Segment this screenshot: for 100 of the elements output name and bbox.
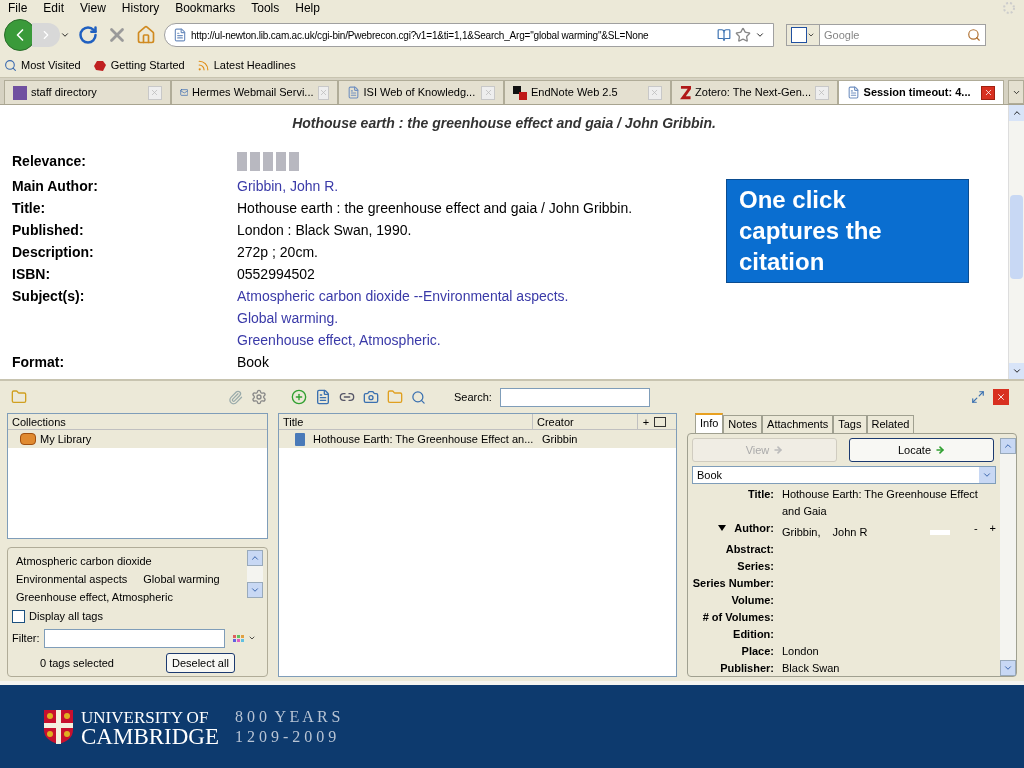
field-label: Abstract: — [725, 542, 774, 557]
tags-selected-count: 0 tags selected — [39, 655, 115, 671]
remove-creator-button[interactable]: - — [973, 520, 978, 537]
creator-mode-field[interactable] — [929, 530, 950, 535]
bookmark-star-icon[interactable] — [735, 27, 751, 43]
column-header[interactable]: Creator — [533, 414, 638, 429]
scroll-up-button[interactable] — [1009, 105, 1024, 121]
search-field[interactable]: Google — [786, 24, 986, 46]
home-icon[interactable] — [136, 25, 156, 45]
color-grid-icon[interactable] — [232, 634, 244, 642]
scroll-up-button[interactable] — [1000, 438, 1016, 454]
action-button[interactable]: Locate — [849, 438, 994, 462]
search-input[interactable]: Google — [820, 26, 967, 44]
bookmark-item[interactable]: Latest Headlines — [213, 57, 296, 74]
browser-tab[interactable]: staff directory — [4, 80, 171, 104]
search-icon[interactable] — [967, 28, 981, 42]
field-value: Book — [237, 353, 269, 372]
field-label: Edition: — [733, 627, 774, 642]
close-tab-icon[interactable] — [981, 85, 996, 100]
catalog-link[interactable]: Greenhouse effect, Atmospheric. — [237, 329, 569, 351]
dropdown-button[interactable] — [979, 467, 995, 483]
item-type-dropdown[interactable]: Book — [692, 466, 996, 484]
menu-item[interactable]: Edit — [43, 2, 65, 14]
creator-first-name[interactable]: John R — [832, 524, 868, 541]
new-collection-icon[interactable] — [11, 389, 27, 405]
advanced-search-icon[interactable] — [411, 389, 426, 405]
new-note-icon[interactable] — [315, 389, 331, 405]
tag-item[interactable]: Environmental aspects — [16, 570, 128, 588]
field-value[interactable]: Hothouse Earth: The Greenhouse Effect and Gaia — [782, 486, 996, 520]
book-icon[interactable] — [717, 28, 731, 42]
tag-item[interactable]: Greenhouse effect, Atmospheric — [16, 588, 173, 606]
history-dropdown-icon[interactable] — [60, 30, 70, 40]
caret-icon[interactable] — [247, 634, 256, 642]
browser-tab[interactable]: Zotero: The Next-Gen... — [670, 80, 838, 104]
browser-tab[interactable]: Session timeout: 4... — [837, 80, 1005, 104]
field-label: Format: — [12, 353, 66, 372]
address-field[interactable]: http://ul-newton.lib.cam.ac.uk/cgi-bin/Pwebrecon.cgi?v1=1&ti=1,1&Search_Arg="global warming"&SL=None — [164, 23, 774, 47]
item-row[interactable]: Hothouse Earth: The Greenhouse Effect an... Gribbin — [279, 430, 676, 448]
field-label: Series: — [737, 559, 774, 574]
scrollbar[interactable] — [1000, 438, 1016, 676]
library-search-field[interactable] — [499, 387, 650, 407]
menu-item[interactable]: File — [8, 2, 28, 14]
url-dropdown-icon[interactable] — [755, 30, 765, 40]
scroll-down-button[interactable] — [1009, 363, 1024, 379]
close-pane-icon[interactable] — [993, 389, 1009, 405]
scroll-thumb[interactable] — [1010, 195, 1023, 279]
tag-item[interactable]: Atmospheric carbon dioxide — [16, 552, 152, 570]
field-label: Main Author: — [12, 177, 99, 196]
field-label: Subject(s): — [12, 287, 86, 306]
fullscreen-icon[interactable] — [971, 390, 985, 404]
collection-item[interactable]: My Library — [8, 430, 267, 448]
scroll-down-button[interactable] — [1000, 660, 1016, 676]
scrollbar[interactable] — [247, 550, 263, 598]
field-value[interactable]: London — [782, 643, 996, 660]
item-creator: Gribbin — [542, 431, 578, 447]
browser-tab[interactable]: ISI Web of Knowledg... — [337, 80, 505, 104]
field-label: Published: — [12, 221, 85, 240]
menu-item[interactable]: Tools — [251, 2, 280, 14]
expand-triangle-icon[interactable] — [718, 525, 727, 531]
menu-item[interactable]: View — [80, 2, 106, 14]
detail-tab[interactable]: Info — [695, 413, 724, 433]
scroll-up-button[interactable] — [247, 550, 263, 566]
settings-icon[interactable] — [251, 389, 267, 405]
catalog-link[interactable]: Global warming. — [237, 307, 569, 329]
bookmark-item[interactable]: Most Visited — [21, 57, 81, 74]
column-header[interactable]: Title — [279, 414, 533, 429]
browser-tab[interactable]: EndNote Web 2.5 — [504, 80, 671, 104]
add-column-button[interactable]: + — [638, 414, 654, 429]
bookmark-item[interactable]: Getting Started — [110, 57, 185, 74]
menu-item[interactable]: Help — [295, 2, 320, 14]
deselect-all-button[interactable]: Deselect all — [166, 653, 235, 673]
catalog-link[interactable]: Atmospheric carbon dioxide --Environmental aspects. — [237, 285, 569, 307]
field-value[interactable]: Black Swan — [782, 660, 996, 677]
detail-tab[interactable]: Related — [866, 415, 915, 433]
creator-last-name[interactable]: Gribbin, — [782, 524, 821, 541]
detail-tab[interactable]: Tags — [833, 415, 867, 433]
catalog-link[interactable]: Gribbin, John R. — [237, 175, 339, 197]
anniversary-text: 1 2 0 9 - 2 0 0 9 — [235, 726, 338, 747]
detail-tab[interactable]: Notes — [723, 415, 763, 433]
browser-tab[interactable]: Hermes Webmail Servi... — [170, 80, 338, 104]
add-creator-button[interactable]: + — [989, 520, 996, 537]
menu-item[interactable]: Bookmarks — [175, 2, 236, 14]
checkbox[interactable] — [12, 609, 25, 623]
reload-icon[interactable] — [78, 25, 98, 45]
new-item-icon[interactable] — [291, 389, 307, 405]
search-engine-button[interactable] — [787, 25, 820, 45]
detail-tab[interactable]: Attachments — [762, 415, 834, 433]
scroll-down-button[interactable] — [247, 582, 263, 598]
page-scrollbar[interactable] — [1008, 105, 1024, 379]
column-picker-icon[interactable] — [654, 417, 666, 427]
field-label: Place: — [741, 644, 774, 659]
menu-item[interactable]: History — [121, 2, 160, 14]
field-label: Description: — [12, 243, 95, 262]
column-header: Collections — [8, 414, 267, 430]
tag-item[interactable]: Global warming — [143, 570, 220, 588]
snapshot-icon[interactable] — [363, 389, 379, 405]
filter-field[interactable] — [43, 628, 225, 648]
university-name: CAMBRIDGE — [81, 726, 219, 746]
folder-icon[interactable] — [387, 389, 403, 405]
tab-list-button[interactable] — [1008, 80, 1024, 104]
